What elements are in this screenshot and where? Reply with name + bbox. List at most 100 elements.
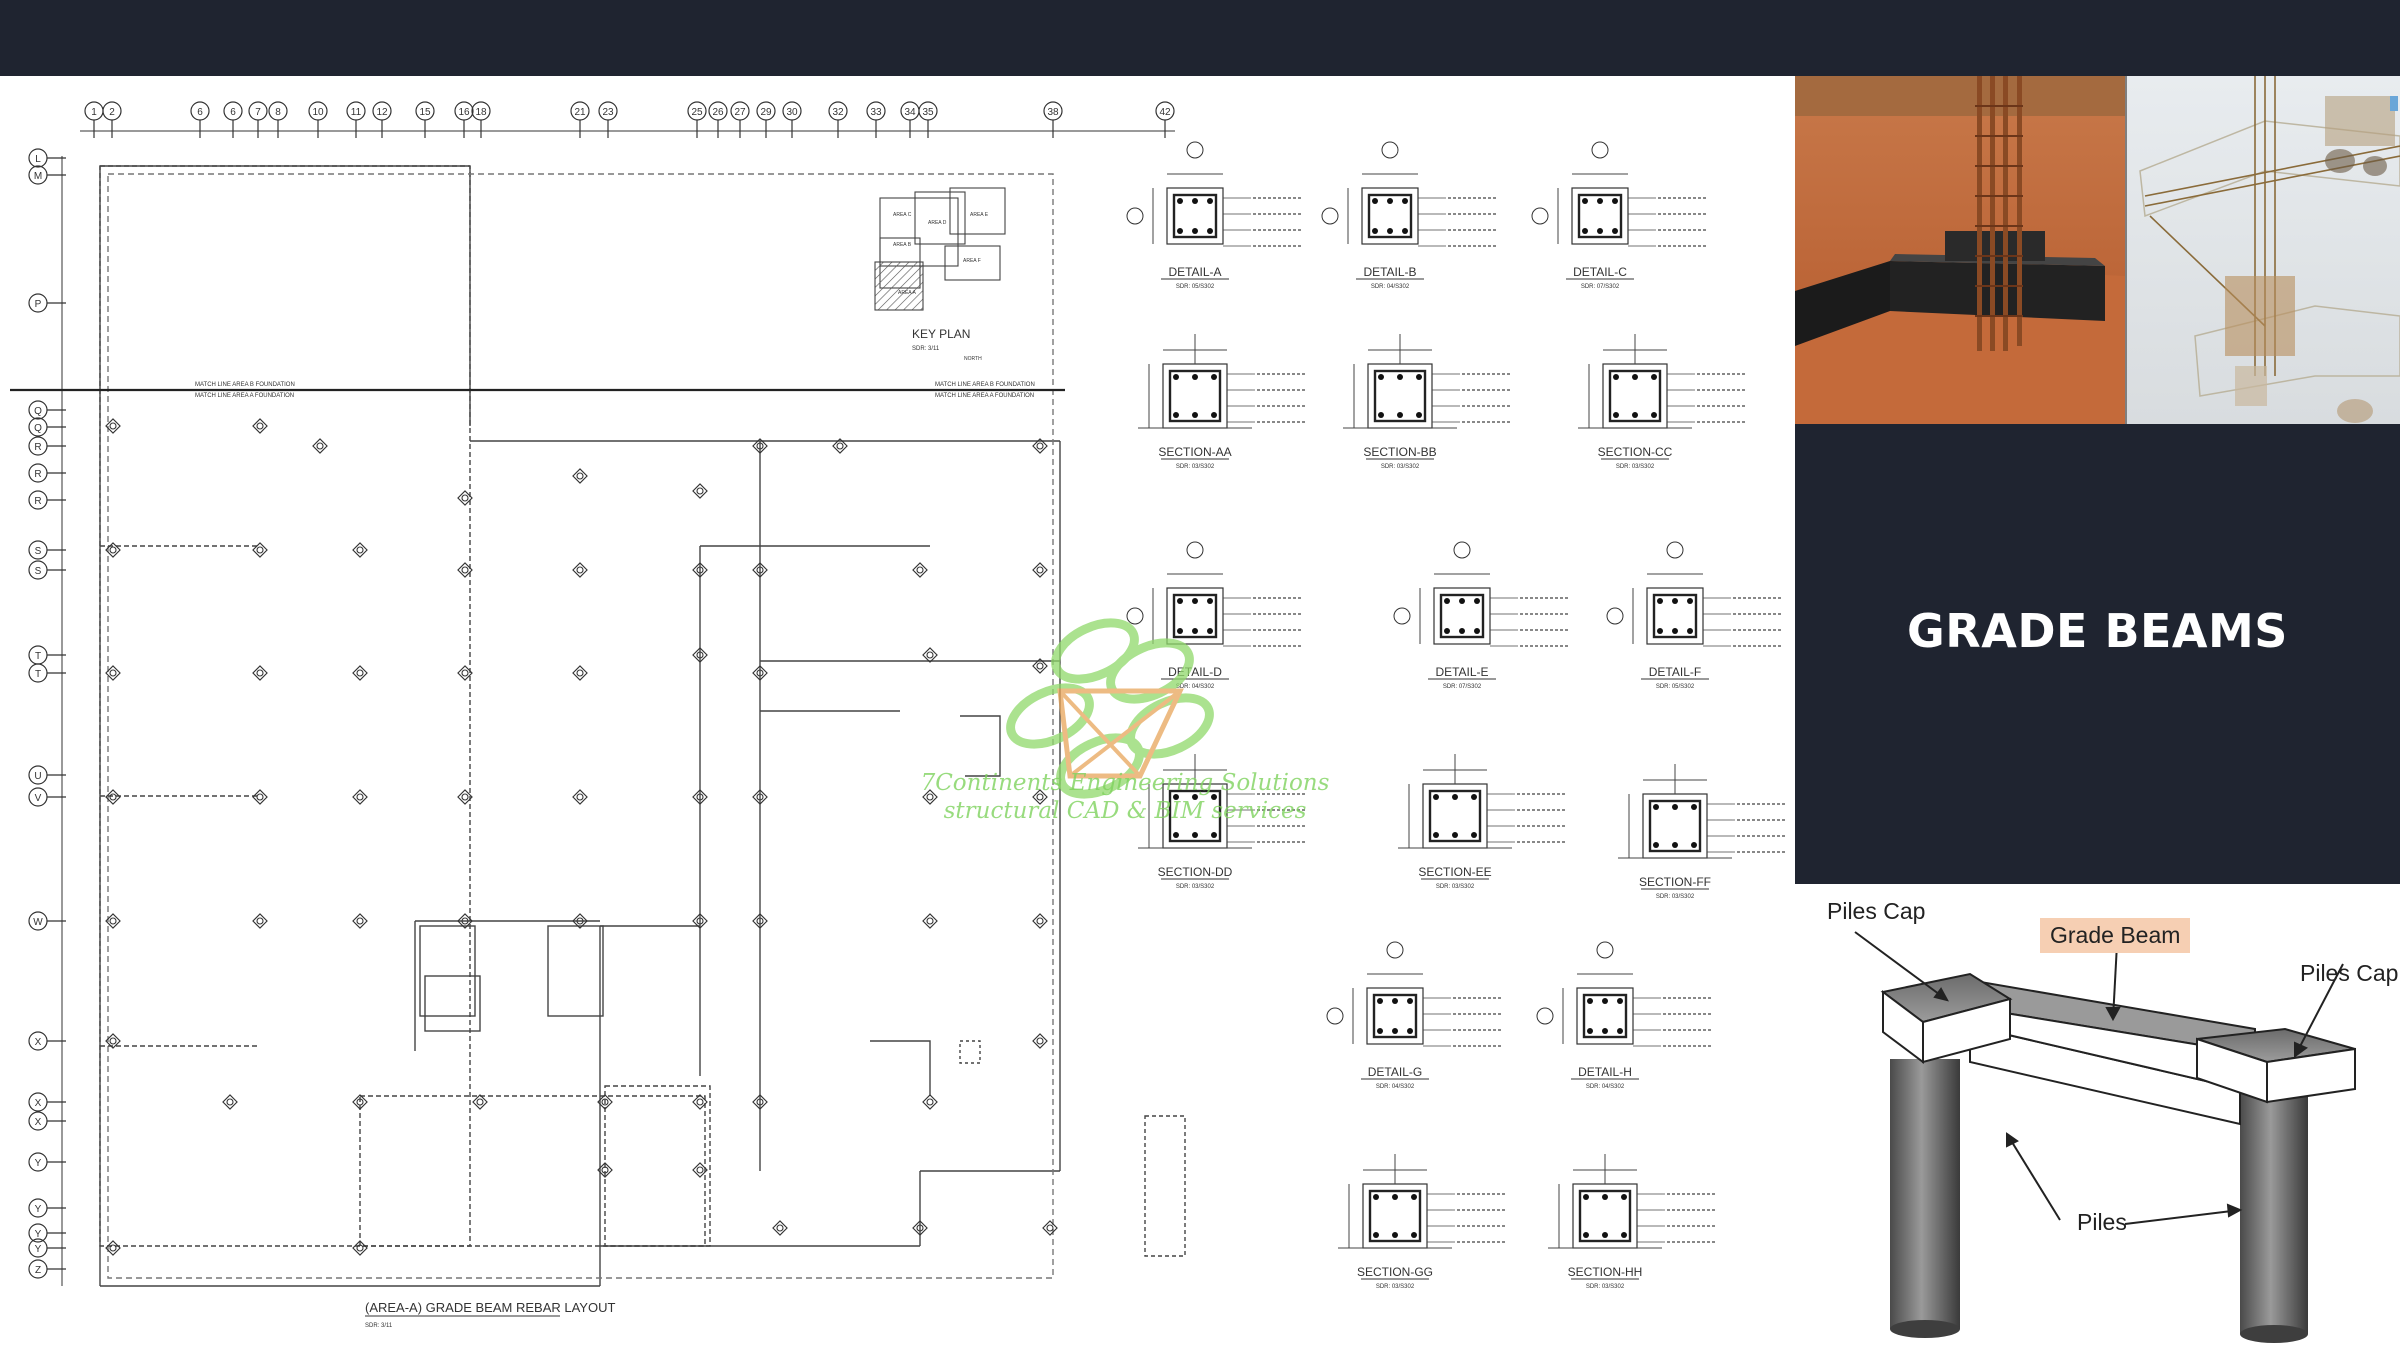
column-markers (105, 418, 1058, 1256)
svg-text:AREA B: AREA B (893, 242, 912, 248)
column-marker (572, 789, 588, 805)
grid-label: L (35, 154, 41, 165)
svg-text:AREA F: AREA F (963, 258, 981, 264)
detail-drawing: DETAIL-A SDR: 05/S302 (1126, 141, 1301, 290)
detail-title: DETAIL-E (1435, 665, 1488, 679)
grid-label: U (34, 771, 41, 782)
column-marker (312, 438, 328, 454)
column-marker (252, 542, 268, 558)
detail-ref: SDR: 04/S302 (1371, 284, 1410, 290)
detail-title: DETAIL-G (1368, 1065, 1422, 1079)
grade-beam-label: Grade Beam (2040, 918, 2191, 953)
piles-cap-left-label: Piles Cap (1827, 898, 1926, 924)
grid-label: 6 (197, 107, 203, 118)
grid-label: X (35, 1037, 42, 1048)
detail-outline (1602, 363, 1668, 429)
column-marker (922, 647, 938, 663)
detail-title: DETAIL-C (1573, 265, 1627, 279)
column-marker (572, 562, 588, 578)
detail-title: DETAIL-F (1649, 665, 1701, 679)
column-marker (572, 468, 588, 484)
grid-label: 21 (574, 107, 586, 118)
grid-label: 12 (376, 107, 388, 118)
grid-label: X (35, 1117, 42, 1128)
grid-bubble (1186, 141, 1204, 159)
detail-ref: SDR: 04/S302 (1586, 1084, 1625, 1090)
detail-outline (1162, 363, 1228, 429)
detail-title: SECTION-DD (1158, 865, 1233, 879)
detail-ref: SDR: 03/S302 (1381, 464, 1420, 470)
grid-label: 7 (255, 107, 261, 118)
top-grid-bubbles: 1 2 6 6 7 8 10 11 12 15 16 18 21 23 25 26 27 29 30 32 33 34 35… (84, 101, 1175, 138)
key-plan (874, 187, 1006, 311)
grid-label: 38 (1047, 107, 1059, 118)
plan-caption-ref: SDR: 3/11 (365, 1323, 393, 1329)
grid-label: 11 (351, 107, 362, 118)
match-line-left-text-2: MATCH LINE AREA A FOUNDATION (195, 393, 294, 399)
detail-title: SECTION-CC (1598, 445, 1673, 459)
detail-outline (1572, 1183, 1638, 1249)
grid-label: 8 (275, 107, 281, 118)
grid-bubble (1126, 607, 1144, 625)
detail-outline (1166, 587, 1224, 645)
grid-label: 10 (312, 107, 324, 118)
column-marker (352, 542, 368, 558)
detail-drawing: SECTION-HH SDR: 03/S302 (1548, 1154, 1715, 1290)
column-marker (912, 562, 928, 578)
detail-outline (1362, 1183, 1428, 1249)
grid-label: S (35, 566, 42, 577)
grid-bubble (1186, 541, 1204, 559)
grid-label: 25 (691, 107, 703, 118)
detail-drawing: DETAIL-G SDR: 04/S302 (1326, 941, 1501, 1090)
grid-bubble (1596, 941, 1614, 959)
page-title: GRADE BEAMS (1907, 604, 2288, 658)
grid-label: T (35, 651, 41, 662)
detail-drawing: DETAIL-E SDR: 07/S302 (1393, 541, 1568, 690)
grid-label: 29 (760, 107, 772, 118)
detail-ref: SDR: 07/S302 (1581, 284, 1620, 290)
grid-label: P (35, 299, 42, 310)
left-pile (1890, 1059, 1960, 1338)
match-line-left-text: MATCH LINE AREA B FOUNDATION (195, 382, 295, 388)
detail-ref: SDR: 03/S302 (1586, 1284, 1625, 1290)
grid-bubble (1453, 541, 1471, 559)
detail-ref: SDR: 03/S302 (1376, 1284, 1415, 1290)
column-marker (252, 665, 268, 681)
detail-title: DETAIL-A (1168, 265, 1221, 279)
grid-label: Y (35, 1158, 42, 1169)
grade-beam-photo (1795, 76, 2400, 424)
column-marker (1042, 1220, 1058, 1236)
grid-label: Z (35, 1265, 41, 1276)
grid-label: W (33, 917, 43, 928)
grid-label: 6 (230, 107, 236, 118)
detail-title: SECTION-AA (1158, 445, 1231, 459)
column-marker (1032, 1033, 1048, 1049)
column-marker (572, 665, 588, 681)
detail-title: SECTION-FF (1639, 875, 1711, 889)
svg-text:AREA E: AREA E (970, 212, 989, 218)
grid-label: 23 (602, 107, 614, 118)
grid-bubble (1591, 141, 1609, 159)
detail-drawing: SECTION-AA SDR: 03/S302 (1138, 334, 1305, 470)
detail-drawing: DETAIL-H SDR: 04/S302 (1536, 941, 1711, 1090)
key-plan-ref: SDR: 3/11 (912, 346, 940, 352)
title-panel: GRADE BEAMS (1795, 424, 2400, 884)
column-marker (352, 789, 368, 805)
grid-bubble (1606, 607, 1624, 625)
column-marker (352, 913, 368, 929)
grid-label: 16 (458, 107, 470, 118)
right-pile (2240, 1084, 2308, 1343)
grid-label: 27 (734, 107, 746, 118)
grid-label: 30 (786, 107, 798, 118)
grid-label: Y (35, 1229, 42, 1240)
grid-label: Q (34, 423, 42, 434)
detail-drawing: DETAIL-F SDR: 05/S302 (1606, 541, 1781, 690)
detail-drawing: SECTION-FF SDR: 03/S302 (1618, 764, 1785, 900)
detail-title: DETAIL-H (1578, 1065, 1632, 1079)
grid-label: 1 (91, 107, 97, 118)
grid-label: 32 (832, 107, 844, 118)
watermark-line-2: structural CAD & BIM services (944, 798, 1307, 824)
detail-drawing: SECTION-CC SDR: 03/S302 (1578, 334, 1745, 470)
detail-ref: SDR: 03/S302 (1656, 894, 1695, 900)
column-marker (252, 913, 268, 929)
